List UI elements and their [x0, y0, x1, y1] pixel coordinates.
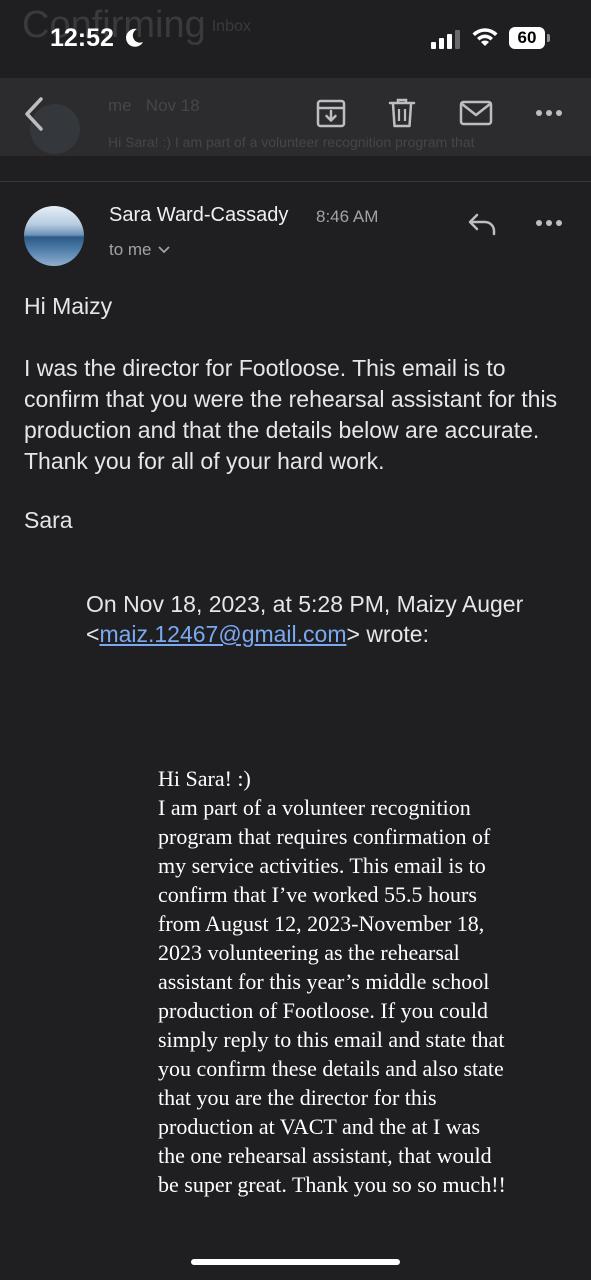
message-signature: Sara	[24, 507, 73, 533]
recipient-label: to me	[109, 240, 152, 259]
header-divider	[0, 181, 591, 182]
quoted-body: I am part of a volunteer recognition pro…	[158, 795, 506, 1197]
sent-time: 8:46 AM	[316, 207, 379, 226]
archive-icon	[316, 99, 346, 128]
archive-button[interactable]	[312, 94, 350, 132]
cellular-signal-icon	[431, 30, 460, 49]
mark-unread-button[interactable]	[456, 96, 496, 130]
email-toolbar: me Nov 18 Hi Sara! :) I am part of a vol…	[0, 78, 591, 156]
clock: 12:52	[50, 24, 114, 52]
back-arrow-icon	[25, 97, 43, 131]
mail-icon	[459, 100, 493, 126]
quoted-header: On Nov 18, 2023, at 5:28 PM, Maizy Auger…	[86, 591, 524, 647]
sender-email-link[interactable]: maiz.12467@gmail.com	[99, 621, 346, 647]
home-indicator[interactable]	[191, 1259, 400, 1265]
quoted-message: Hi Sara! :) I am part of a volunteer rec…	[158, 764, 510, 1199]
battery-indicator: 60	[509, 27, 551, 49]
toolbar-more-button[interactable]	[528, 100, 570, 126]
background-row: me Nov 18	[108, 96, 200, 115]
reply-button[interactable]	[464, 208, 500, 240]
trash-icon	[388, 98, 416, 128]
back-button[interactable]	[16, 92, 52, 136]
message-greeting: Hi Maizy	[24, 293, 113, 319]
wifi-icon	[472, 28, 498, 46]
chevron-down-icon	[158, 246, 169, 254]
delete-button[interactable]	[383, 94, 421, 132]
sender-name[interactable]: Sara Ward-Cassady	[109, 204, 288, 227]
moon-icon	[126, 28, 143, 47]
message-more-button[interactable]	[528, 210, 570, 236]
avatar[interactable]	[24, 206, 84, 266]
more-icon	[536, 220, 562, 226]
recipient-details-toggle[interactable]: to me	[109, 240, 170, 260]
background-preview: Hi Sara! :) I am part of a volunteer rec…	[108, 134, 475, 150]
message-body: I was the director for Footloose. This e…	[24, 355, 558, 474]
more-icon	[536, 110, 562, 116]
reply-icon	[468, 213, 496, 236]
quoted-greeting: Hi Sara! :)	[158, 766, 251, 791]
status-bar: 12:52 60	[0, 0, 591, 78]
